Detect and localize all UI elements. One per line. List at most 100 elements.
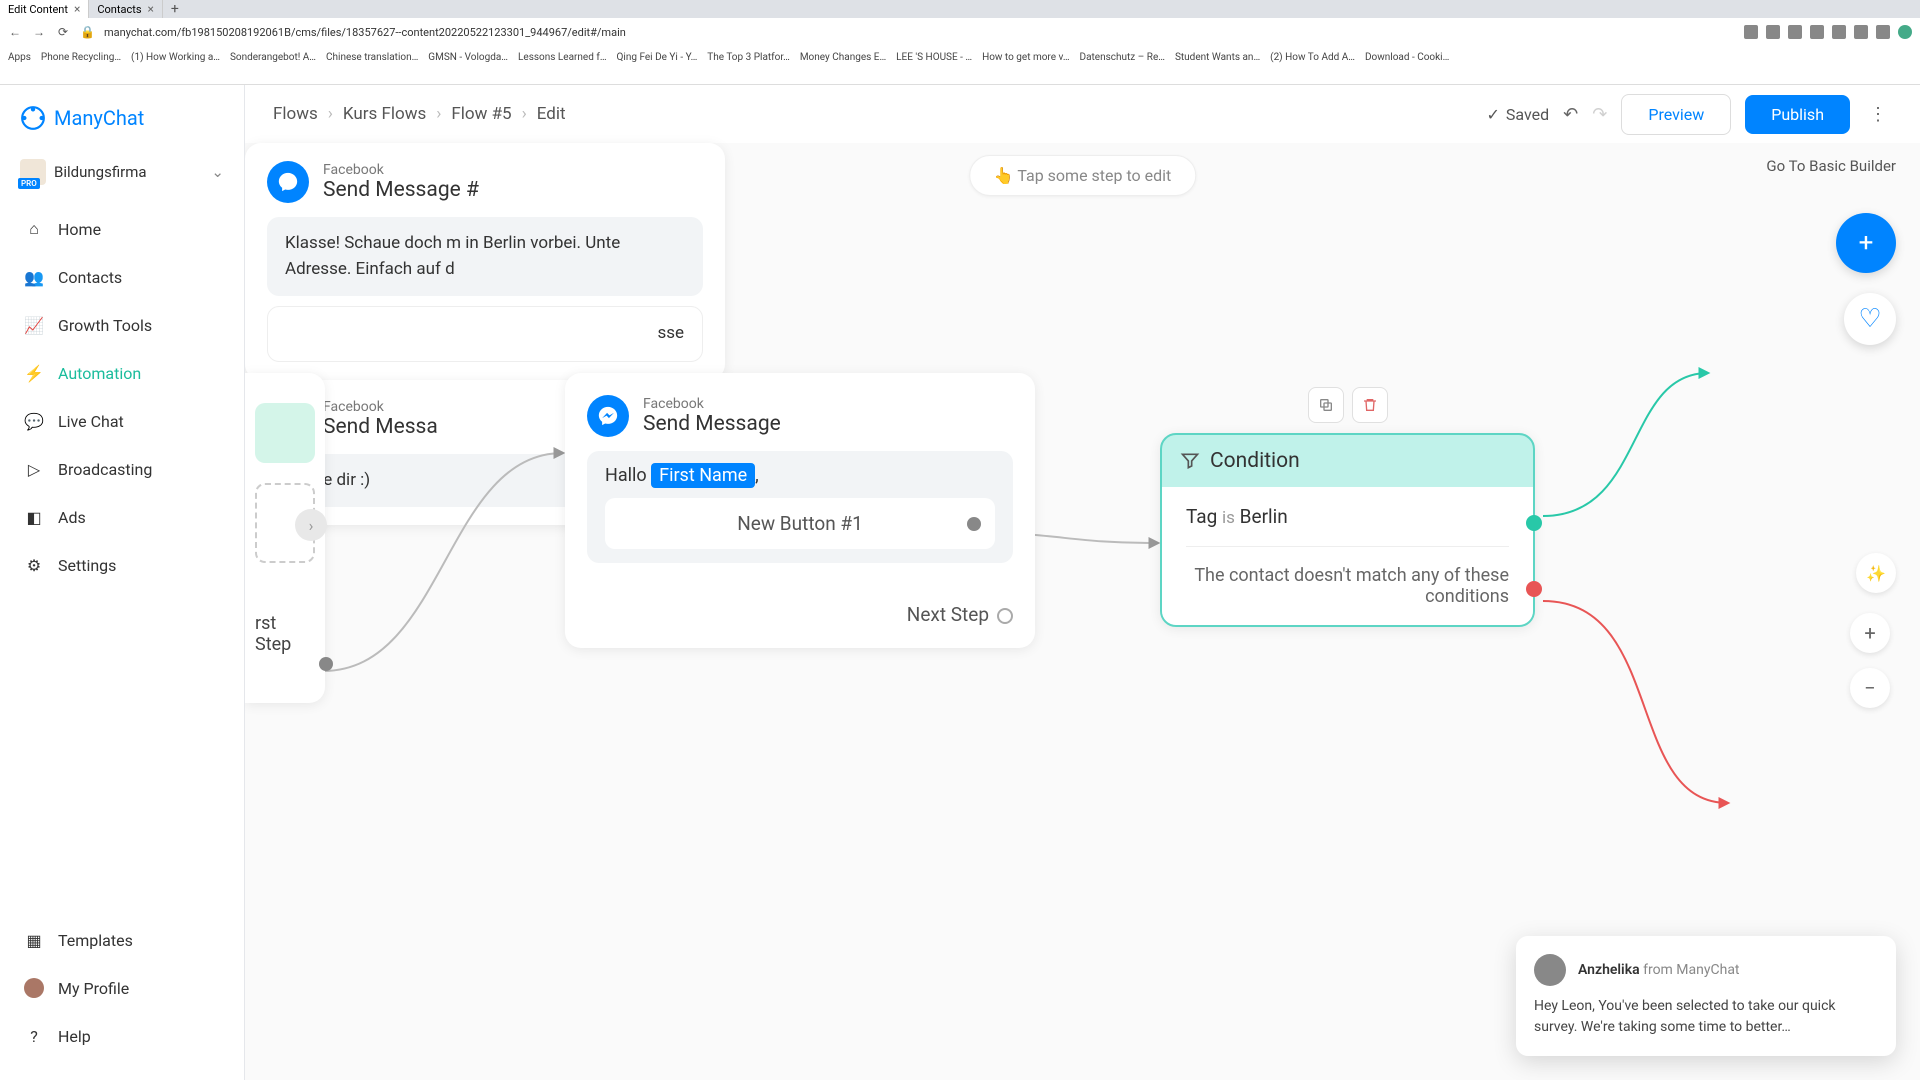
more-button[interactable]: ⋮ <box>1864 104 1892 125</box>
chevron-right-icon: › <box>522 104 527 124</box>
flow-canvas[interactable]: 👆 Tap some step to edit Go To Basic Buil… <box>245 143 1920 1080</box>
breadcrumb-item[interactable]: Flow #5 <box>451 104 511 124</box>
breadcrumb-item[interactable]: Flows <box>273 104 318 124</box>
sidebar-item-broadcasting[interactable]: ▷Broadcasting <box>0 445 244 493</box>
duplicate-button[interactable] <box>1308 387 1344 423</box>
message-button[interactable]: sse <box>267 306 703 362</box>
magic-button[interactable]: ✨ <box>1856 553 1896 593</box>
bookmark[interactable]: Download - Cooki… <box>1365 52 1449 63</box>
sidebar-item-contacts[interactable]: 👥Contacts <box>0 253 244 301</box>
extension-icon[interactable] <box>1854 25 1868 39</box>
lock-icon: 🔒 <box>80 25 94 39</box>
bookmark[interactable]: The Top 3 Platfor… <box>707 52 790 63</box>
contacts-icon: 👥 <box>24 267 44 287</box>
zoom-out-button[interactable]: − <box>1850 668 1890 708</box>
close-icon[interactable]: × <box>74 2 80 16</box>
sidebar-item-ads[interactable]: ◧Ads <box>0 493 244 541</box>
bookmark[interactable]: (2) How To Add A… <box>1270 52 1355 63</box>
publish-button[interactable]: Publish <box>1745 95 1850 134</box>
browser-tab[interactable]: Edit Content × <box>0 0 89 18</box>
variable-tag[interactable]: First Name <box>651 463 755 488</box>
home-icon: ⌂ <box>24 219 44 239</box>
sidebar-item-help[interactable]: ?Help <box>0 1012 244 1060</box>
bookmark[interactable]: GMSN - Vologda… <box>428 52 508 63</box>
bookmark[interactable]: Sonderangebot! A… <box>230 52 316 63</box>
chat-icon: 💬 <box>24 411 44 431</box>
bookmark[interactable]: Student Wants an… <box>1175 52 1260 63</box>
condition-node[interactable]: Condition Tag is Berlin The contact does… <box>1160 433 1535 627</box>
extension-icon[interactable] <box>1744 25 1758 39</box>
reload-button[interactable]: ⟳ <box>56 25 70 39</box>
logo[interactable]: ManyChat <box>0 95 244 151</box>
redo-button[interactable]: ↷ <box>1592 104 1607 125</box>
sidebar-item-growth-tools[interactable]: 📈Growth Tools <box>0 301 244 349</box>
output-port[interactable] <box>967 517 981 531</box>
extension-icon[interactable] <box>1876 25 1890 39</box>
bookmark[interactable]: Datenschutz – Re… <box>1080 52 1165 63</box>
extension-icon[interactable] <box>1810 25 1824 39</box>
bookmark[interactable]: (1) How Working a… <box>131 52 220 63</box>
start-trigger[interactable] <box>255 403 315 463</box>
bookmark[interactable]: Lessons Learned f… <box>518 52 607 63</box>
chat-popup[interactable]: Anzhelika from ManyChat Hey Leon, You've… <box>1516 936 1896 1056</box>
bookmark[interactable]: Apps <box>8 52 31 63</box>
output-port-true[interactable] <box>1526 515 1542 531</box>
forward-button[interactable]: → <box>32 25 46 39</box>
output-port[interactable] <box>997 608 1013 624</box>
start-add-trigger[interactable]: › <box>255 483 315 563</box>
sidebar-item-profile[interactable]: My Profile <box>0 964 244 1012</box>
node-title: Send Message # <box>323 178 479 202</box>
node-actions <box>1308 387 1388 423</box>
preview-button[interactable]: Preview <box>1621 94 1731 135</box>
bookmark[interactable]: Chinese translation… <box>326 52 418 63</box>
message-body[interactable]: Hallo First Name, New Button #1 <box>587 451 1013 563</box>
bookmark[interactable]: How to get more v… <box>982 52 1069 63</box>
favorite-button[interactable]: ♡ <box>1844 293 1896 345</box>
condition-else: The contact doesn't match any of these c… <box>1186 565 1509 607</box>
message-text: Klasse! Schaue doch m in Berlin vorbei. … <box>267 217 703 296</box>
extension-icon[interactable] <box>1766 25 1780 39</box>
sidebar-item-label: Help <box>58 1027 91 1046</box>
bookmark[interactable]: Qing Fei De Yi - Y… <box>617 52 698 63</box>
node-platform: Facebook <box>323 399 438 415</box>
bookmark[interactable]: Phone Recycling… <box>41 52 121 63</box>
sidebar-item-templates[interactable]: ▦Templates <box>0 916 244 964</box>
send-message-node[interactable]: FacebookSend Message # Klasse! Schaue do… <box>245 143 725 380</box>
zoom-in-button[interactable]: + <box>1850 613 1890 653</box>
node-header: FacebookSend Message # <box>267 161 703 203</box>
delete-button[interactable] <box>1352 387 1388 423</box>
avatar[interactable] <box>1898 25 1912 39</box>
tab-bar: Edit Content × Contacts × + <box>0 0 1920 18</box>
send-message-node[interactable]: FacebookSend Message Hallo First Name, N… <box>565 373 1035 648</box>
extension-icon[interactable] <box>1788 25 1802 39</box>
sidebar-item-settings[interactable]: ⚙Settings <box>0 541 244 589</box>
sidebar-item-automation[interactable]: ⚡Automation <box>0 349 244 397</box>
url-field[interactable]: manychat.com/fb198150208192061B/cms/file… <box>104 26 1734 39</box>
breadcrumb: Flows› Kurs Flows› Flow #5› Edit <box>273 104 566 124</box>
condition-body[interactable]: Tag is Berlin The contact doesn't match … <box>1162 487 1533 625</box>
chevron-right-icon: › <box>328 104 333 124</box>
node-platform: Facebook <box>643 396 781 412</box>
new-tab-button[interactable]: + <box>163 1 187 17</box>
extension-icon[interactable] <box>1832 25 1846 39</box>
close-icon[interactable]: × <box>148 2 154 16</box>
next-step[interactable]: Next Step <box>587 603 1013 626</box>
start-node[interactable]: › rst Step <box>245 373 325 703</box>
bookmark[interactable]: LEE 'S HOUSE - … <box>896 52 972 63</box>
undo-button[interactable]: ↶ <box>1563 104 1578 125</box>
message-text: Hallo First Name, <box>605 465 995 486</box>
output-port-false[interactable] <box>1526 581 1542 597</box>
breadcrumb-item: Edit <box>537 104 566 124</box>
browser-tab[interactable]: Contacts × <box>89 0 163 18</box>
sidebar-item-home[interactable]: ⌂Home <box>0 205 244 253</box>
breadcrumb-item[interactable]: Kurs Flows <box>343 104 426 124</box>
bookmark[interactable]: Money Changes E… <box>800 52 886 63</box>
sidebar-item-live-chat[interactable]: 💬Live Chat <box>0 397 244 445</box>
message-button[interactable]: New Button #1 <box>605 498 995 549</box>
back-button[interactable]: ← <box>8 25 22 39</box>
workspace-switcher[interactable]: PRO Bildungsfirma ⌄ <box>0 151 244 205</box>
basic-builder-link[interactable]: Go To Basic Builder <box>1766 157 1896 175</box>
output-port[interactable] <box>319 657 333 671</box>
sidebar-item-label: Broadcasting <box>58 460 152 479</box>
add-step-button[interactable]: + <box>1836 213 1896 273</box>
